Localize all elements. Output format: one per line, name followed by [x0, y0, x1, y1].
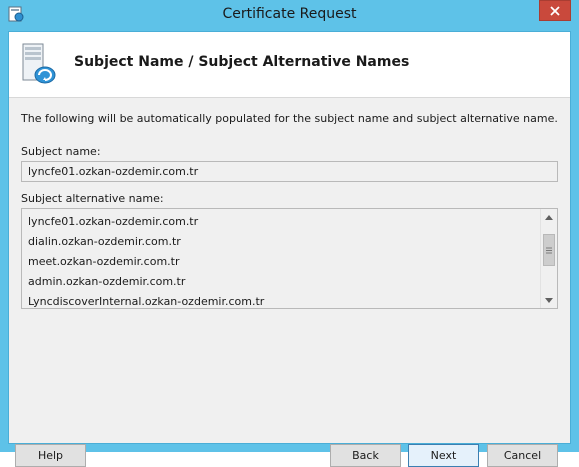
subject-alternative-name-list[interactable]: lyncfe01.ozkan-ozdemir.com.tr dialin.ozk… [21, 208, 558, 309]
close-icon [550, 5, 560, 16]
list-item[interactable]: meet.ozkan-ozdemir.com.tr [22, 252, 540, 272]
page-title: Subject Name / Subject Alternative Names [74, 54, 410, 70]
list-item[interactable]: dialin.ozkan-ozdemir.com.tr [22, 232, 540, 252]
san-items: lyncfe01.ozkan-ozdemir.com.tr dialin.ozk… [22, 209, 540, 308]
next-button[interactable]: Next [408, 444, 479, 467]
help-button[interactable]: Help [15, 444, 86, 467]
scroll-up-button[interactable] [541, 209, 557, 225]
server-certificate-icon [22, 43, 56, 84]
chevron-down-icon [545, 297, 553, 303]
vertical-scrollbar[interactable] [540, 209, 557, 308]
close-button[interactable] [539, 0, 571, 21]
wizard-body: The following will be automatically popu… [9, 98, 570, 467]
description-text: The following will be automatically popu… [21, 112, 558, 125]
window-title: Certificate Request [222, 6, 357, 22]
subject-name-label: Subject name: [21, 145, 101, 158]
certificate-request-window: Certificate Request Subject Name / Subje… [0, 0, 579, 467]
cancel-button[interactable]: Cancel [487, 444, 558, 467]
scroll-down-button[interactable] [541, 292, 557, 308]
scroll-thumb[interactable] [543, 234, 555, 266]
list-item[interactable]: admin.ozkan-ozdemir.com.tr [22, 272, 540, 292]
list-item[interactable]: LyncdiscoverInternal.ozkan-ozdemir.com.t… [22, 292, 540, 308]
wizard-header: Subject Name / Subject Alternative Names [9, 32, 570, 98]
grip-icon [546, 247, 552, 253]
back-button[interactable]: Back [330, 444, 401, 467]
chevron-up-icon [545, 214, 553, 220]
title-bar[interactable]: Certificate Request [0, 0, 579, 30]
subject-name-field[interactable]: lyncfe01.ozkan-ozdemir.com.tr [21, 161, 558, 182]
list-item[interactable]: lyncfe01.ozkan-ozdemir.com.tr [22, 212, 540, 232]
dialog-client-area: Subject Name / Subject Alternative Names… [8, 31, 571, 467]
subject-alternative-name-label: Subject alternative name: [21, 192, 164, 205]
